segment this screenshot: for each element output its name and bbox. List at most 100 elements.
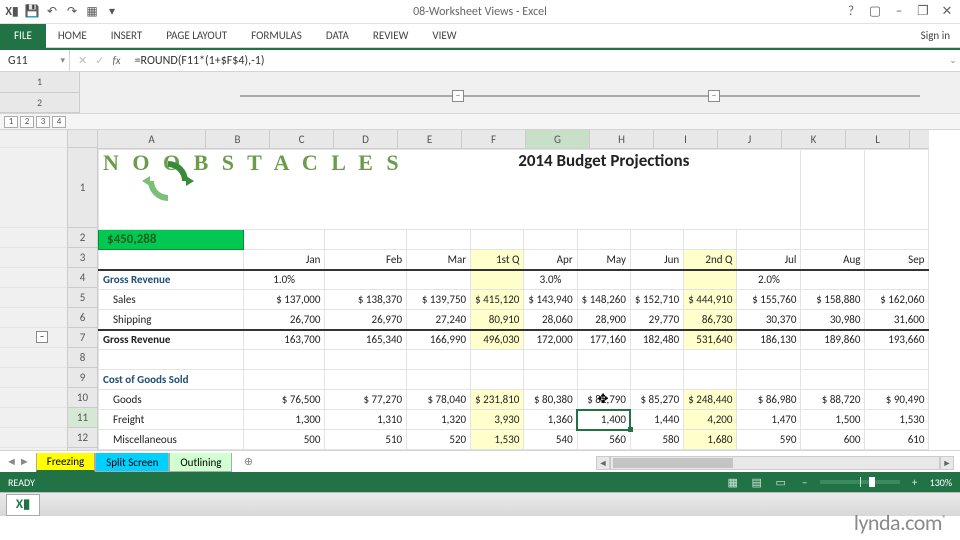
row-level-4[interactable]: 4: [52, 116, 66, 128]
ribbon-options-icon[interactable]: ▢: [866, 4, 884, 19]
cell[interactable]: 165,340: [325, 330, 407, 350]
sheet-tab-outlining[interactable]: Outlining: [169, 453, 232, 472]
row-header[interactable]: 4: [68, 268, 97, 288]
cell[interactable]: 1,440: [630, 410, 683, 430]
row-header[interactable]: 5: [68, 288, 97, 308]
cell[interactable]: 1,680: [684, 430, 737, 450]
cell[interactable]: 1,320: [407, 410, 471, 430]
redo-icon[interactable]: ↷: [64, 4, 80, 20]
cell[interactable]: 600: [801, 430, 865, 450]
cell[interactable]: 1,470: [737, 410, 801, 430]
tab-view[interactable]: VIEW: [420, 24, 468, 48]
fx-icon[interactable]: fx: [112, 54, 120, 67]
col-header[interactable]: F: [462, 130, 526, 148]
col-header[interactable]: E: [398, 130, 462, 148]
cell[interactable]: $ 162,060: [865, 290, 929, 310]
formula-input[interactable]: =ROUND(F11*(1+$F$4),-1): [129, 54, 946, 68]
row-header[interactable]: 1: [68, 148, 97, 228]
qat-dropdown-icon[interactable]: ▾: [104, 4, 120, 20]
cell[interactable]: 28,900: [577, 310, 630, 330]
tab-review[interactable]: REVIEW: [361, 24, 421, 48]
horizontal-scrollbar[interactable]: ◄ ►: [596, 456, 954, 470]
cell[interactable]: 80,910: [471, 310, 524, 330]
zoom-level[interactable]: 130%: [930, 476, 952, 489]
scroll-thumb[interactable]: [613, 458, 733, 468]
row-header[interactable]: 2: [68, 228, 97, 248]
cell[interactable]: 3,930: [471, 410, 524, 430]
cell[interactable]: $ 148,260: [577, 290, 630, 310]
cell[interactable]: $ 143,940: [524, 290, 577, 310]
sheet-prev-icon[interactable]: ◄: [6, 455, 17, 468]
tab-home[interactable]: HOME: [46, 24, 99, 48]
col-header[interactable]: H: [590, 130, 654, 148]
cell[interactable]: 1,530: [865, 410, 929, 430]
row-header[interactable]: 6: [68, 308, 97, 328]
cell[interactable]: $ 415,120: [471, 290, 524, 310]
cell[interactable]: $ 444,910: [684, 290, 737, 310]
cell[interactable]: $ 77,270: [325, 390, 407, 410]
cell[interactable]: 186,130: [737, 330, 801, 350]
tab-formulas[interactable]: FORMULAS: [239, 24, 314, 48]
tab-file[interactable]: FILE: [0, 24, 46, 48]
cell[interactable]: 26,700: [243, 310, 325, 330]
cell[interactable]: 510: [325, 430, 407, 450]
cell[interactable]: 4,200: [684, 410, 737, 430]
cell[interactable]: $ 80,380: [524, 390, 577, 410]
row-header[interactable]: 8: [68, 348, 97, 368]
cell[interactable]: $ 248,440: [684, 390, 737, 410]
maximize-icon[interactable]: ❐: [914, 4, 932, 19]
cell[interactable]: 560: [577, 430, 630, 450]
cell[interactable]: $ 85,270: [630, 390, 683, 410]
name-box[interactable]: G11: [0, 50, 70, 71]
tab-page-layout[interactable]: PAGE LAYOUT: [154, 24, 239, 48]
cell[interactable]: 496,030: [471, 330, 524, 350]
total-cell[interactable]: $450,288: [99, 230, 244, 250]
cells-area[interactable]: A B C D E F G H I J K L N O O B S T A C …: [98, 130, 929, 450]
minimize-icon[interactable]: –: [890, 4, 908, 19]
enter-formula-icon[interactable]: ✓: [95, 54, 104, 67]
outline-collapse-button[interactable]: –: [708, 90, 720, 102]
row-level-3[interactable]: 3: [36, 116, 50, 128]
scroll-left-icon[interactable]: ◄: [596, 456, 610, 470]
col-header[interactable]: B: [206, 130, 270, 148]
cell[interactable]: 1,360: [524, 410, 577, 430]
cell[interactable]: 1.0%: [243, 270, 325, 290]
taskbar-excel-icon[interactable]: X▮: [6, 494, 40, 516]
zoom-slider[interactable]: [820, 480, 900, 484]
row-header[interactable]: 7: [68, 328, 97, 348]
col-outline-level-1[interactable]: 1: [0, 72, 79, 93]
col-header[interactable]: L: [846, 130, 910, 148]
col-header[interactable]: C: [270, 130, 334, 148]
col-outline-level-2[interactable]: 2: [0, 93, 79, 114]
scroll-track[interactable]: [610, 456, 940, 470]
col-header[interactable]: K: [782, 130, 846, 148]
row-level-1[interactable]: 1: [4, 116, 18, 128]
undo-icon[interactable]: ↶: [44, 4, 60, 20]
outline-collapse-button[interactable]: –: [452, 90, 464, 102]
cell[interactable]: 590: [737, 430, 801, 450]
tab-data[interactable]: DATA: [314, 24, 361, 48]
row-header[interactable]: 9: [68, 368, 97, 388]
cell[interactable]: 27,240: [407, 310, 471, 330]
new-sheet-button[interactable]: ⊕: [238, 455, 258, 468]
cell[interactable]: 193,660: [865, 330, 929, 350]
zoom-in-icon[interactable]: +: [906, 475, 924, 489]
cell[interactable]: $ 86,980: [737, 390, 801, 410]
cancel-formula-icon[interactable]: ✕: [78, 54, 87, 67]
row-header[interactable]: 10: [68, 388, 97, 408]
cell[interactable]: 3.0%: [524, 270, 577, 290]
cell[interactable]: 177,160: [577, 330, 630, 350]
cell[interactable]: $ 139,750: [407, 290, 471, 310]
col-header[interactable]: D: [334, 130, 398, 148]
row-collapse-button[interactable]: –: [36, 331, 48, 343]
col-header[interactable]: J: [718, 130, 782, 148]
cell[interactable]: 172,000: [524, 330, 577, 350]
close-icon[interactable]: ✕: [938, 4, 956, 19]
cell[interactable]: 31,600: [865, 310, 929, 330]
cell[interactable]: $ 82,790✥: [577, 390, 630, 410]
tab-insert[interactable]: INSERT: [99, 24, 155, 48]
cell[interactable]: $ 231,810: [471, 390, 524, 410]
cell[interactable]: 182,480: [630, 330, 683, 350]
cell[interactable]: $ 152,710: [630, 290, 683, 310]
zoom-out-icon[interactable]: –: [796, 475, 814, 489]
